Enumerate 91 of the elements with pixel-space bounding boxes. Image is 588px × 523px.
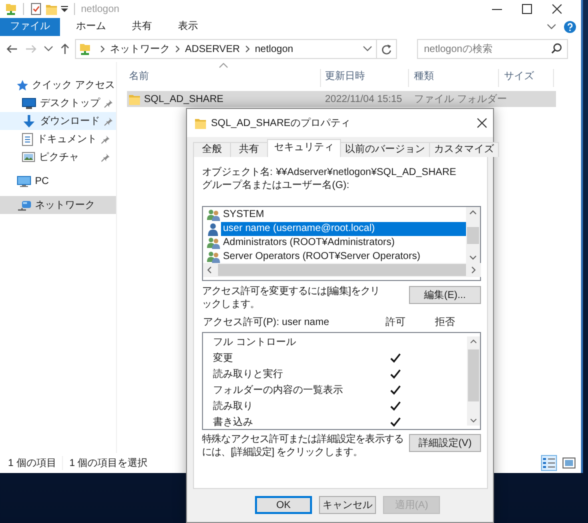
column-header: 拒否	[435, 316, 455, 329]
chevron-right-icon[interactable]	[100, 45, 105, 53]
network-icon	[17, 200, 31, 210]
permission-name: 変更	[212, 352, 234, 365]
group-icon	[207, 250, 220, 263]
group-icon	[207, 236, 220, 250]
table-cell: SQL_AD_SHARE	[144, 94, 224, 104]
folder-icon	[129, 94, 140, 104]
column-header[interactable]: 更新日時	[321, 69, 409, 87]
permission-name: フォルダーの内容の一覧表示	[212, 384, 344, 397]
tab[interactable]: 全般	[193, 142, 231, 157]
vertical-scrollbar[interactable]	[466, 207, 480, 263]
up-icon[interactable]	[60, 43, 70, 55]
list-item[interactable]: user name (username@root.local)	[221, 222, 466, 236]
star-icon	[17, 80, 28, 90]
sidebar-item[interactable]: PC	[0, 172, 116, 190]
list-item[interactable]: SYSTEM	[221, 208, 466, 222]
tab[interactable]: セキュリティ	[267, 139, 341, 157]
file-menu-button[interactable]: ファイル	[0, 18, 60, 36]
ribbon-tab[interactable]: ホーム	[66, 18, 116, 36]
network-folder-icon	[79, 43, 91, 55]
large-icons-view-icon[interactable]	[561, 455, 577, 471]
sidebar-item[interactable]: デスクトップ	[0, 94, 116, 112]
forward-icon	[25, 44, 37, 54]
dialog-button[interactable]: OK	[255, 496, 312, 514]
close-icon[interactable]	[552, 4, 562, 14]
folder-icon	[195, 118, 206, 128]
address-bar[interactable]: ネットワーク ADSERVER netlogon	[75, 39, 397, 59]
horizontal-scrollbar[interactable]	[203, 263, 481, 277]
tab[interactable]: 以前のバージョン	[340, 142, 430, 157]
breadcrumb[interactable]: netlogon	[254, 44, 294, 54]
column-header[interactable]: サイズ	[499, 69, 554, 87]
column-header: 許可	[386, 316, 406, 329]
permission-name: 書き込み	[212, 416, 254, 429]
search-field[interactable]: netlogonの検索	[417, 39, 568, 59]
ribbon-tab[interactable]: 共有	[122, 18, 162, 36]
column-header[interactable]: 名前	[117, 69, 321, 87]
caret-icon[interactable]	[61, 6, 68, 12]
dialog-title: SQL_AD_SHAREのプロパティ	[211, 116, 350, 130]
permissions-label: アクセス許可(P): user name	[203, 316, 330, 329]
permission-name: 読み取り	[212, 400, 254, 413]
tab[interactable]: カスタマイズ	[429, 142, 499, 157]
details-view-icon[interactable]	[541, 455, 557, 471]
permission-name: フル コントロール	[212, 336, 297, 349]
sidebar-item[interactable]: ダウンロード	[0, 112, 116, 130]
help-icon[interactable]	[564, 21, 576, 33]
sidebar-item[interactable]: ネットワーク	[0, 196, 116, 214]
chevron-down-icon[interactable]	[547, 24, 556, 30]
status-text: 1 個の項目を選択	[69, 457, 148, 470]
permission-name: 読み取りと実行	[212, 368, 284, 381]
checklist-icon[interactable]	[30, 3, 42, 15]
file-row[interactable]: SQL_AD_SHARE 2022/11/04 15:15 ファイル フォルダー	[127, 91, 556, 107]
search-icon[interactable]	[551, 43, 562, 54]
table-cell-text: ファイル フォルダー	[414, 93, 507, 106]
tab[interactable]: 共有	[230, 142, 268, 157]
object-path: ¥¥Adserver¥netlogon¥SQL_AD_SHARE	[276, 166, 456, 178]
breadcrumb[interactable]: ネットワーク	[110, 42, 170, 56]
sidebar-item[interactable]: クイック アクセス	[0, 76, 116, 94]
advanced-button[interactable]: 詳細設定(V)	[409, 434, 481, 452]
window-title: netlogon	[81, 4, 120, 14]
back-icon[interactable]	[6, 44, 18, 54]
chevron-right-icon[interactable]	[244, 45, 250, 53]
dialog-button[interactable]: キャンセル	[319, 496, 376, 514]
group-icon	[207, 208, 220, 222]
table-cell: 2022/11/04 15:15	[325, 94, 402, 104]
monitor-icon	[22, 98, 36, 108]
person-icon	[207, 222, 220, 236]
download-icon	[22, 114, 36, 128]
list-item[interactable]: Server Operators (ROOT¥Server Operators)	[221, 250, 466, 263]
column-header[interactable]: 種類	[409, 69, 499, 87]
breadcrumb[interactable]: ADSERVER	[185, 44, 240, 54]
list-item[interactable]: Administrators (ROOT¥Administrators)	[221, 236, 466, 250]
field-label: オブジェクト名:	[202, 166, 274, 179]
chevron-down-icon[interactable]	[363, 46, 372, 52]
status-text: 1 個の項目	[8, 457, 56, 470]
maximize-icon[interactable]	[522, 4, 532, 14]
sidebar-item[interactable]: ドキュメント	[0, 130, 116, 148]
chevron-right-icon[interactable]	[175, 45, 180, 53]
refresh-icon[interactable]	[381, 44, 392, 54]
edit-button[interactable]: 編集(E)...	[409, 286, 481, 304]
network-folder-icon	[5, 3, 17, 15]
chevron-down-icon[interactable]	[44, 46, 52, 52]
field-label: グループ名またはユーザー名(G):	[202, 179, 350, 193]
ribbon-tab[interactable]: 表示	[168, 18, 208, 36]
close-icon[interactable]	[477, 118, 487, 128]
sidebar-item[interactable]: ピクチャ	[0, 148, 116, 166]
monitor-icon	[17, 176, 31, 186]
instruction-text: 特殊なアクセス許可または詳細設定を表示するには、[詳細設定] をクリックします。	[202, 433, 405, 459]
document-icon	[22, 132, 33, 146]
instruction-text: アクセス許可を変更するには[編集]をクリックします。	[202, 285, 380, 311]
picture-icon	[22, 152, 35, 162]
